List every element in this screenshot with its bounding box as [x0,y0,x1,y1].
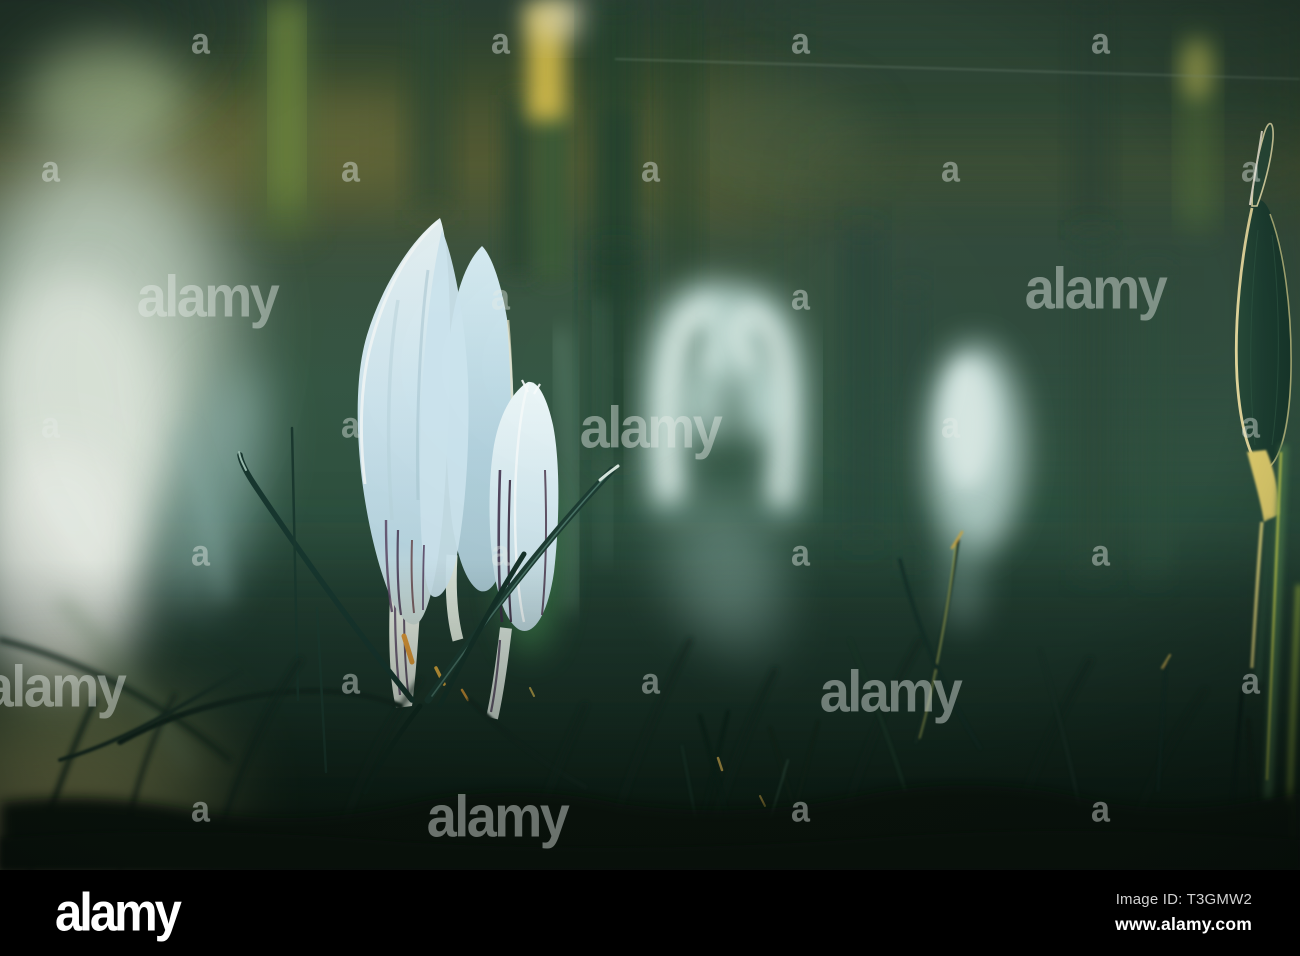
image-id-label: Image ID: [1115,890,1183,908]
footer-info: Image ID: T3GMW2 www.alamy.com [1115,889,1252,938]
image-id-value: T3GMW2 [1186,890,1252,908]
footer-bar: alamy Image ID: T3GMW2 www.alamy.com [0,870,1300,956]
alamy-url: www.alamy.com [1115,914,1252,935]
stock-photo [0,0,1300,870]
vignette [0,0,1300,870]
crocus-meadow-scene [0,0,1300,870]
alamy-watermarked-stock-image: a a a a a a a a a a a a a a a a a a a a a a a a a alamy alamy alamy… [0,0,1300,956]
alamy-logo: alamy [55,882,182,943]
image-id: Image ID: T3GMW2 [1115,889,1252,912]
